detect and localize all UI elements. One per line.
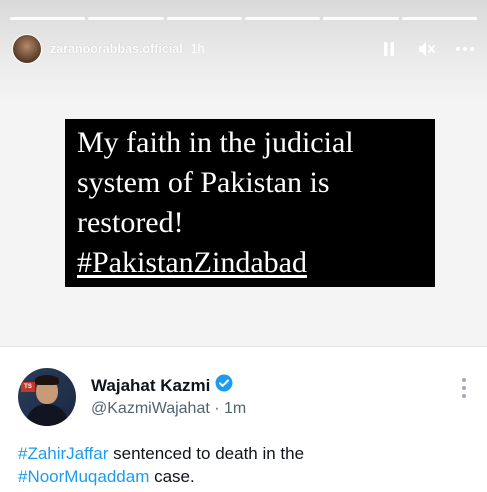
tweet-author: Wajahat Kazmi (91, 374, 233, 397)
progress-segment (88, 17, 164, 20)
pause-icon[interactable] (379, 39, 399, 59)
tweet-text-part: case. (149, 467, 195, 486)
story-progress-bar (10, 17, 477, 20)
more-icon[interactable] (455, 39, 475, 59)
tweet-handle-line: @KazmiWajahat · 1m (91, 400, 246, 418)
quote-line-2: system of Pakistan is (77, 166, 330, 199)
quote-text-box: My faith in the judicial system of Pakis… (65, 119, 435, 287)
quote-line-1: My faith in the judicial (77, 126, 354, 159)
tweet-avatar[interactable]: TS (18, 368, 76, 426)
tweet-line-1: #ZahirJaffar sentenced to death in the (18, 442, 304, 465)
mute-icon[interactable] (417, 39, 437, 59)
story-time: 1h (190, 42, 205, 56)
tweet-author-name[interactable]: Wajahat Kazmi (91, 376, 210, 396)
progress-segment (244, 17, 321, 20)
tweet-line-2: #NoorMuqaddam case. (18, 465, 304, 488)
progress-segment (323, 17, 399, 20)
channel-logo: TS (21, 382, 35, 392)
progress-segment (166, 17, 242, 20)
tweet-handle[interactable]: @KazmiWajahat (91, 400, 210, 417)
tweet-text: #ZahirJaffar sentenced to death in the #… (18, 442, 304, 488)
tweet-time: 1m (224, 400, 247, 417)
separator-dot: · (214, 400, 220, 417)
progress-segment (10, 17, 86, 20)
quote-line-3: restored! (77, 206, 184, 239)
hashtag-link[interactable]: #ZahirJaffar (18, 444, 108, 463)
tweet-card[interactable]: TS Wajahat Kazmi @KazmiWajahat · 1m #Zah… (0, 346, 487, 492)
story-username[interactable]: zaranoorabbas.official (50, 42, 183, 56)
story-header: zaranoorabbas.official 1h (12, 33, 475, 65)
verified-icon (215, 374, 233, 397)
quote-hashtag[interactable]: #PakistanZindabad (77, 243, 423, 283)
profile-avatar[interactable] (12, 34, 42, 64)
progress-segment (401, 17, 477, 20)
tweet-text-part: sentenced to death in the (108, 444, 305, 463)
story-controls (379, 39, 475, 59)
tweet-more-icon[interactable] (461, 377, 467, 399)
hashtag-link[interactable]: #NoorMuqaddam (18, 467, 149, 486)
